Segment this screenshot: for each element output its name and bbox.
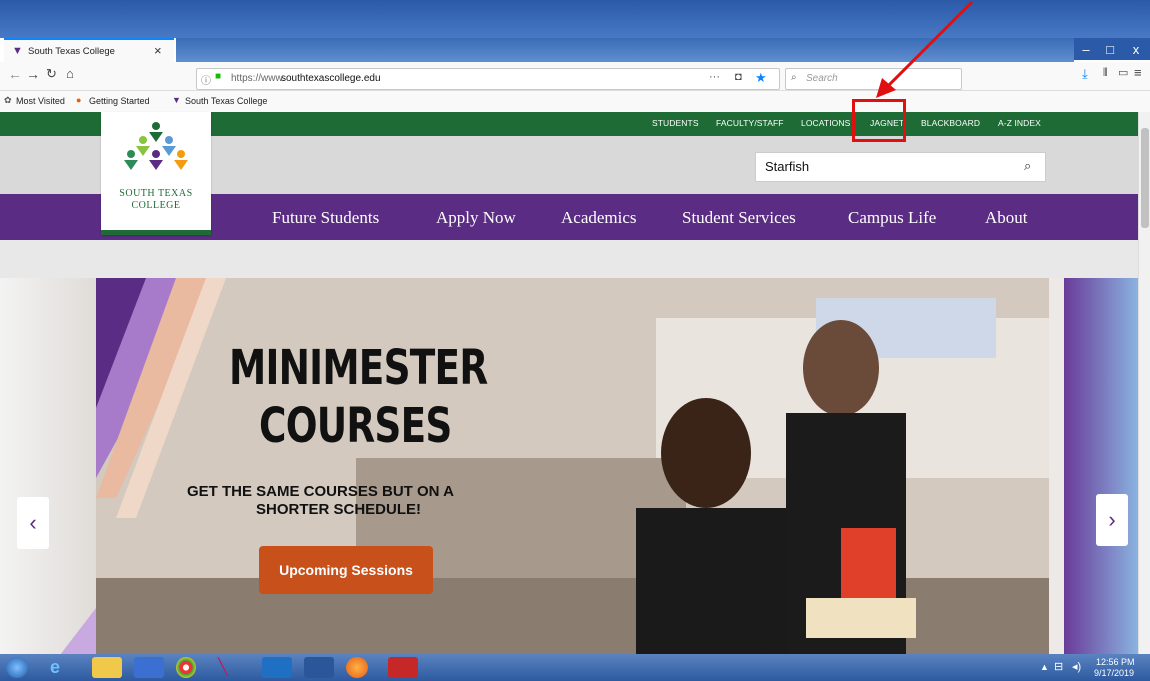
hero-headline-2: COURSES bbox=[259, 398, 452, 454]
lock-icon: ■ bbox=[215, 71, 222, 82]
site-search-value: Starfish bbox=[765, 159, 810, 174]
network-icon[interactable]: ⊟ bbox=[1054, 660, 1063, 673]
utility-link-faculty-staff[interactable]: FACULTY/STAFF bbox=[716, 118, 784, 128]
carousel-prev-button[interactable]: ‹ bbox=[17, 497, 49, 549]
browser-tab[interactable]: ▼ South Texas College × bbox=[4, 38, 174, 64]
page-scrollbar[interactable] bbox=[1138, 112, 1150, 654]
menu-icon[interactable]: ≡ bbox=[1134, 65, 1142, 80]
url-prefix: https://www. bbox=[231, 73, 285, 84]
home-icon[interactable]: ⌂ bbox=[66, 66, 74, 81]
url-bar[interactable]: ⓘ ■ https://www. southtexascollege.edu ·… bbox=[196, 68, 780, 90]
nav-academics[interactable]: Academics bbox=[561, 208, 637, 228]
maximize-button[interactable]: □ bbox=[1098, 38, 1122, 60]
clock-date[interactable]: 9/17/2019 bbox=[1094, 668, 1134, 678]
minimize-button[interactable]: – bbox=[1074, 38, 1098, 60]
stc-icon: ▼ bbox=[12, 45, 23, 57]
start-button-icon[interactable] bbox=[6, 657, 28, 678]
hero-slide: MINIMESTER COURSES GET THE SAME COURSES … bbox=[96, 278, 1049, 655]
nav-student-services[interactable]: Student Services bbox=[682, 208, 796, 228]
upcoming-sessions-button[interactable]: Upcoming Sessions bbox=[259, 546, 433, 594]
nav-campus-life[interactable]: Campus Life bbox=[848, 208, 936, 228]
acrobat-icon[interactable] bbox=[388, 657, 418, 678]
hero-headline-1: MINIMESTER bbox=[229, 340, 488, 396]
media-player-icon[interactable] bbox=[134, 657, 164, 678]
info-icon[interactable]: ⓘ bbox=[201, 72, 211, 87]
word-icon[interactable] bbox=[304, 657, 334, 678]
stc-bookmark-icon: ▼ bbox=[172, 95, 181, 105]
hero-subline-2: SHORTER SCHEDULE! bbox=[256, 501, 422, 518]
utility-link-locations[interactable]: LOCATIONS bbox=[801, 118, 850, 128]
volume-icon[interactable]: ◂) bbox=[1072, 660, 1081, 673]
file-explorer-icon[interactable] bbox=[92, 657, 122, 678]
nav-spacer bbox=[0, 240, 1138, 278]
next-slide-peek bbox=[1064, 278, 1138, 655]
clock-time[interactable]: 12:56 PM bbox=[1096, 657, 1135, 667]
chevron-right-icon: › bbox=[1108, 507, 1116, 532]
scrollbar-thumb[interactable] bbox=[1141, 128, 1149, 228]
stripe-decoration bbox=[60, 608, 96, 655]
logo-figures-icon bbox=[124, 122, 188, 170]
nav-about[interactable]: About bbox=[985, 208, 1028, 228]
download-icon[interactable]: ⤓ bbox=[1082, 66, 1088, 82]
firefox-icon: ● bbox=[76, 95, 82, 105]
library-icon[interactable]: ⫴ bbox=[1103, 67, 1108, 80]
gear-icon: ✿ bbox=[4, 95, 12, 105]
nav-future-students[interactable]: Future Students bbox=[272, 208, 379, 228]
tray-arrow-icon[interactable]: ▲ bbox=[1040, 662, 1049, 672]
site-search-icon[interactable]: ⌕ bbox=[1024, 158, 1031, 174]
upcoming-sessions-label: Upcoming Sessions bbox=[279, 562, 413, 578]
utility-link-blackboard[interactable]: BLACKBOARD bbox=[921, 118, 980, 128]
site-logo[interactable]: SOUTH TEXAS COLLEGE bbox=[101, 112, 211, 235]
search-placeholder: Search bbox=[806, 73, 838, 84]
tab-title: South Texas College bbox=[28, 46, 115, 57]
search-icon: ⌕ bbox=[791, 72, 797, 83]
prev-slide-peek bbox=[0, 278, 96, 655]
url-domain: southtexascollege.edu bbox=[281, 73, 381, 84]
window-controls: – □ x bbox=[1074, 38, 1150, 60]
forward-icon[interactable]: → bbox=[26, 66, 40, 82]
back-icon[interactable]: ← bbox=[8, 66, 22, 82]
pocket-icon[interactable]: ◘ bbox=[735, 71, 742, 83]
bookmark-getting-started[interactable]: Getting Started bbox=[89, 96, 150, 106]
annotation-arrow-icon bbox=[876, 0, 974, 98]
chevron-left-icon: ‹ bbox=[29, 510, 37, 535]
bookmark-most-visited[interactable]: Most Visited bbox=[16, 96, 65, 106]
hero-background bbox=[96, 278, 1049, 655]
outlook-icon[interactable] bbox=[262, 657, 292, 678]
sidebar-icon[interactable]: ▭ bbox=[1118, 66, 1128, 79]
logo-line1: SOUTH TEXAS bbox=[119, 188, 193, 199]
bookmark-star-icon[interactable]: ★ bbox=[755, 70, 767, 86]
carousel-next-button[interactable]: › bbox=[1096, 494, 1128, 546]
reload-icon[interactable]: ↻ bbox=[46, 66, 57, 82]
tab-close-icon[interactable]: × bbox=[154, 43, 162, 58]
utility-link-students[interactable]: STUDENTS bbox=[652, 118, 699, 128]
close-window-button[interactable]: x bbox=[1124, 38, 1148, 60]
chrome-icon[interactable] bbox=[176, 657, 196, 678]
bookmark-south-texas-college[interactable]: South Texas College bbox=[185, 96, 267, 106]
internet-explorer-icon[interactable]: e bbox=[50, 657, 80, 678]
hero-subline-1: GET THE SAME COURSES BUT ON A bbox=[187, 483, 454, 500]
windows-taskbar: e ╲ ▲ ⊟ ◂) 12:56 PM 9/17/2019 bbox=[0, 654, 1150, 681]
logo-line2: COLLEGE bbox=[131, 200, 181, 211]
nav-apply-now[interactable]: Apply Now bbox=[436, 208, 516, 228]
pen-icon[interactable]: ╲ bbox=[218, 657, 248, 678]
page-actions-icon[interactable]: ··· bbox=[709, 71, 720, 83]
site-search-input[interactable]: Starfish ⌕ bbox=[755, 152, 1046, 182]
firefox-taskbar-icon[interactable] bbox=[346, 657, 368, 678]
utility-link-az-index[interactable]: A-Z INDEX bbox=[998, 118, 1041, 128]
